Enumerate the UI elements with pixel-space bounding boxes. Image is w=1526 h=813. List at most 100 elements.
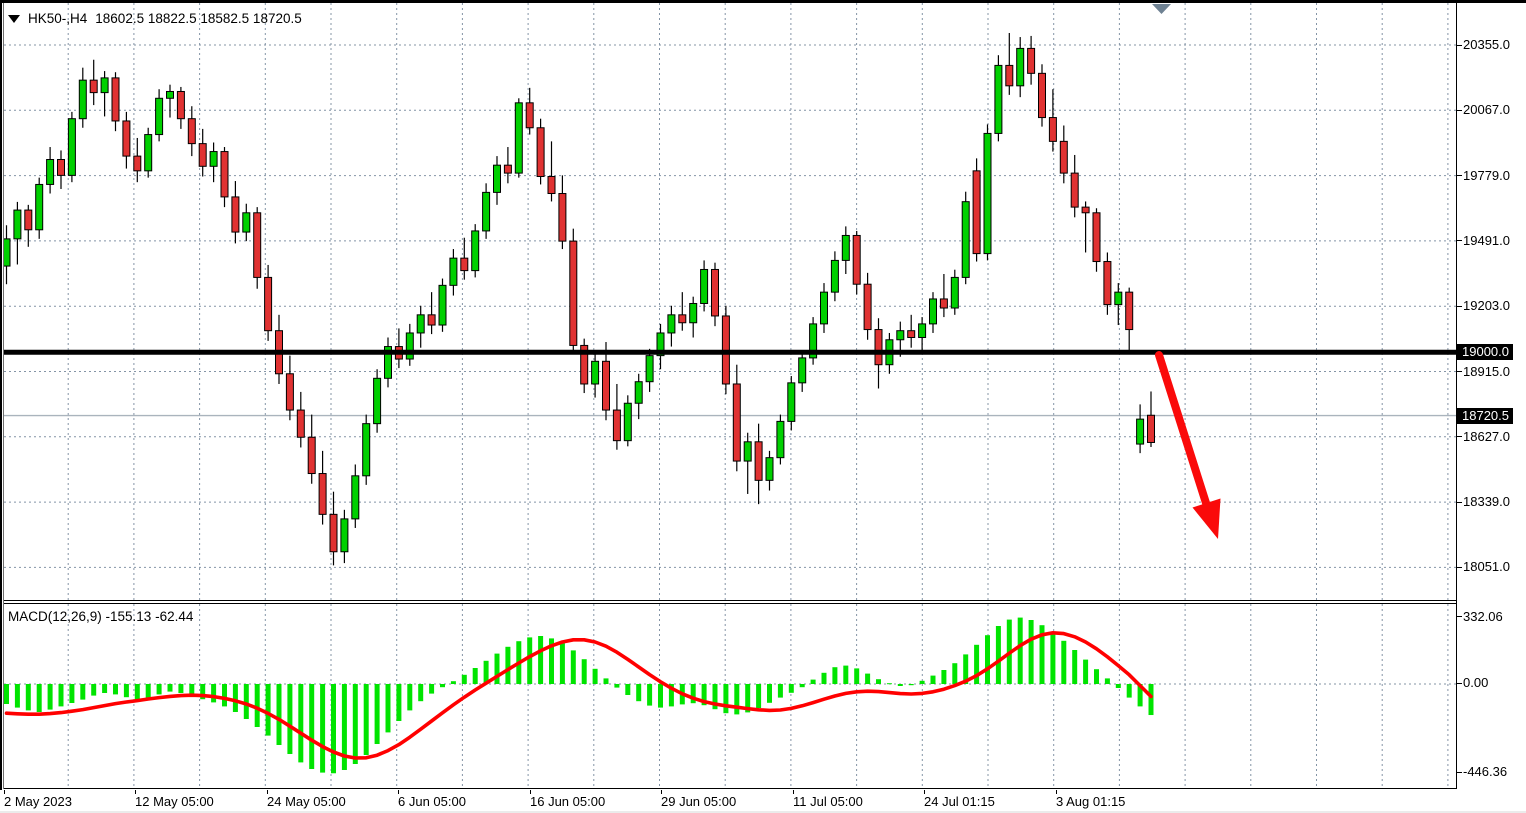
candle <box>788 376 795 430</box>
macd-histogram-bar <box>876 679 881 684</box>
macd-histogram-bar <box>1050 632 1055 684</box>
candle <box>385 337 392 387</box>
macd-histogram-bar <box>266 684 271 736</box>
candle <box>755 424 762 504</box>
macd-histogram-bar <box>800 684 805 687</box>
macd-histogram-bar <box>1127 684 1132 698</box>
macd-histogram-bar <box>26 684 31 710</box>
macd-axis-label: -446.36 <box>1463 764 1507 779</box>
candle <box>68 112 75 182</box>
candle <box>515 98 522 177</box>
candle <box>188 106 195 156</box>
candle <box>690 297 697 338</box>
macd-histogram-bar <box>222 684 227 706</box>
price-axis-boxed-label: 18720.5 <box>1457 408 1513 424</box>
candle <box>101 71 108 116</box>
candle <box>592 352 599 397</box>
candle <box>1017 37 1024 97</box>
macd-histogram-bar <box>1018 618 1023 684</box>
price-axis-label: 18051.0 <box>1463 559 1510 574</box>
macd-histogram-bar <box>898 684 903 686</box>
price-axis-label: 20355.0 <box>1463 37 1510 52</box>
price-chart-pane[interactable] <box>4 3 1456 601</box>
candle <box>570 229 577 355</box>
candle <box>1071 155 1078 217</box>
macd-histogram-bar <box>59 684 64 706</box>
macd-histogram-bar <box>604 678 609 684</box>
macd-histogram-bar <box>909 684 914 685</box>
macd-histogram-bar <box>789 684 794 693</box>
macd-histogram-bar <box>375 684 380 744</box>
macd-histogram-bar <box>854 668 859 684</box>
macd-histogram-bar <box>211 684 216 702</box>
time-axis-label: 2 May 2023 <box>4 794 72 809</box>
candle <box>984 124 991 260</box>
time-axis-label: 6 Jun 05:00 <box>398 794 466 809</box>
candle <box>243 204 250 241</box>
candle <box>624 395 631 446</box>
axis-tick-mark <box>1457 683 1462 684</box>
candle <box>581 339 588 393</box>
candle <box>286 356 293 421</box>
candle <box>145 128 152 178</box>
price-axis-label: 18627.0 <box>1463 429 1510 444</box>
macd-histogram-bar <box>473 668 478 684</box>
window-left-border <box>0 3 2 813</box>
macd-histogram-bar <box>778 684 783 698</box>
macd-axis-label: 332.06 <box>1463 609 1503 624</box>
macd-histogram-bar <box>102 684 107 693</box>
time-axis[interactable]: 2 May 202312 May 05:0024 May 05:006 Jun … <box>0 790 1526 813</box>
candle <box>1137 404 1144 453</box>
macd-indicator-pane[interactable] <box>4 603 1456 789</box>
chart-title: HK50-,H4 18602.5 18822.5 18582.5 18720.5 <box>8 11 302 26</box>
macd-histogram-bar <box>135 684 140 701</box>
macd-histogram-bar <box>4 684 9 704</box>
candle <box>635 374 642 419</box>
chart-shift-marker-icon[interactable] <box>1152 4 1171 14</box>
price-axis-label: 18915.0 <box>1463 364 1510 379</box>
candle <box>1028 36 1035 85</box>
time-axis-label: 24 Jul 01:15 <box>924 794 995 809</box>
candle <box>930 292 937 333</box>
candle <box>559 175 566 249</box>
macd-histogram-bar <box>1029 620 1034 684</box>
macd-histogram-bar <box>1149 684 1154 715</box>
symbol-collapse-icon[interactable] <box>8 15 20 23</box>
macd-histogram-bar <box>91 684 96 696</box>
macd-histogram-bar <box>353 684 358 764</box>
price-axis[interactable]: 20355.020067.019779.019491.019203.018915… <box>1457 3 1526 789</box>
macd-chart-svg <box>4 604 1456 788</box>
candle <box>679 292 686 331</box>
down-arrow-object[interactable] <box>1159 355 1221 539</box>
axis-tick-mark <box>1457 306 1462 307</box>
axis-tick-mark <box>1457 110 1462 111</box>
candle <box>276 315 283 384</box>
macd-histogram-bar <box>941 670 946 684</box>
macd-histogram-bar <box>396 684 401 721</box>
candle <box>156 89 163 141</box>
macd-histogram-bar <box>48 684 53 710</box>
candle <box>14 202 21 265</box>
candle <box>1104 252 1111 314</box>
macd-histogram-bar <box>233 684 238 712</box>
macd-histogram-bar <box>734 684 739 714</box>
macd-histogram-bar <box>429 684 434 694</box>
price-axis-label: 18339.0 <box>1463 494 1510 509</box>
price-axis-label: 20067.0 <box>1463 102 1510 117</box>
macd-histogram-bar <box>320 684 325 773</box>
macd-histogram-bar <box>440 684 445 687</box>
macd-histogram-bar <box>168 684 173 692</box>
candle <box>810 317 817 365</box>
candle <box>864 273 871 340</box>
macd-histogram-bar <box>418 684 423 701</box>
macd-histogram-bar <box>614 684 619 688</box>
time-axis-label: 29 Jun 05:00 <box>661 794 736 809</box>
candle <box>1148 391 1155 447</box>
time-axis-label: 12 May 05:00 <box>135 794 214 809</box>
macd-histogram-bar <box>996 626 1001 684</box>
macd-histogram-bar <box>593 669 598 684</box>
axis-tick-mark <box>1457 436 1462 437</box>
candle <box>439 279 446 332</box>
candle <box>548 141 555 201</box>
axis-tick-mark <box>1457 45 1462 46</box>
